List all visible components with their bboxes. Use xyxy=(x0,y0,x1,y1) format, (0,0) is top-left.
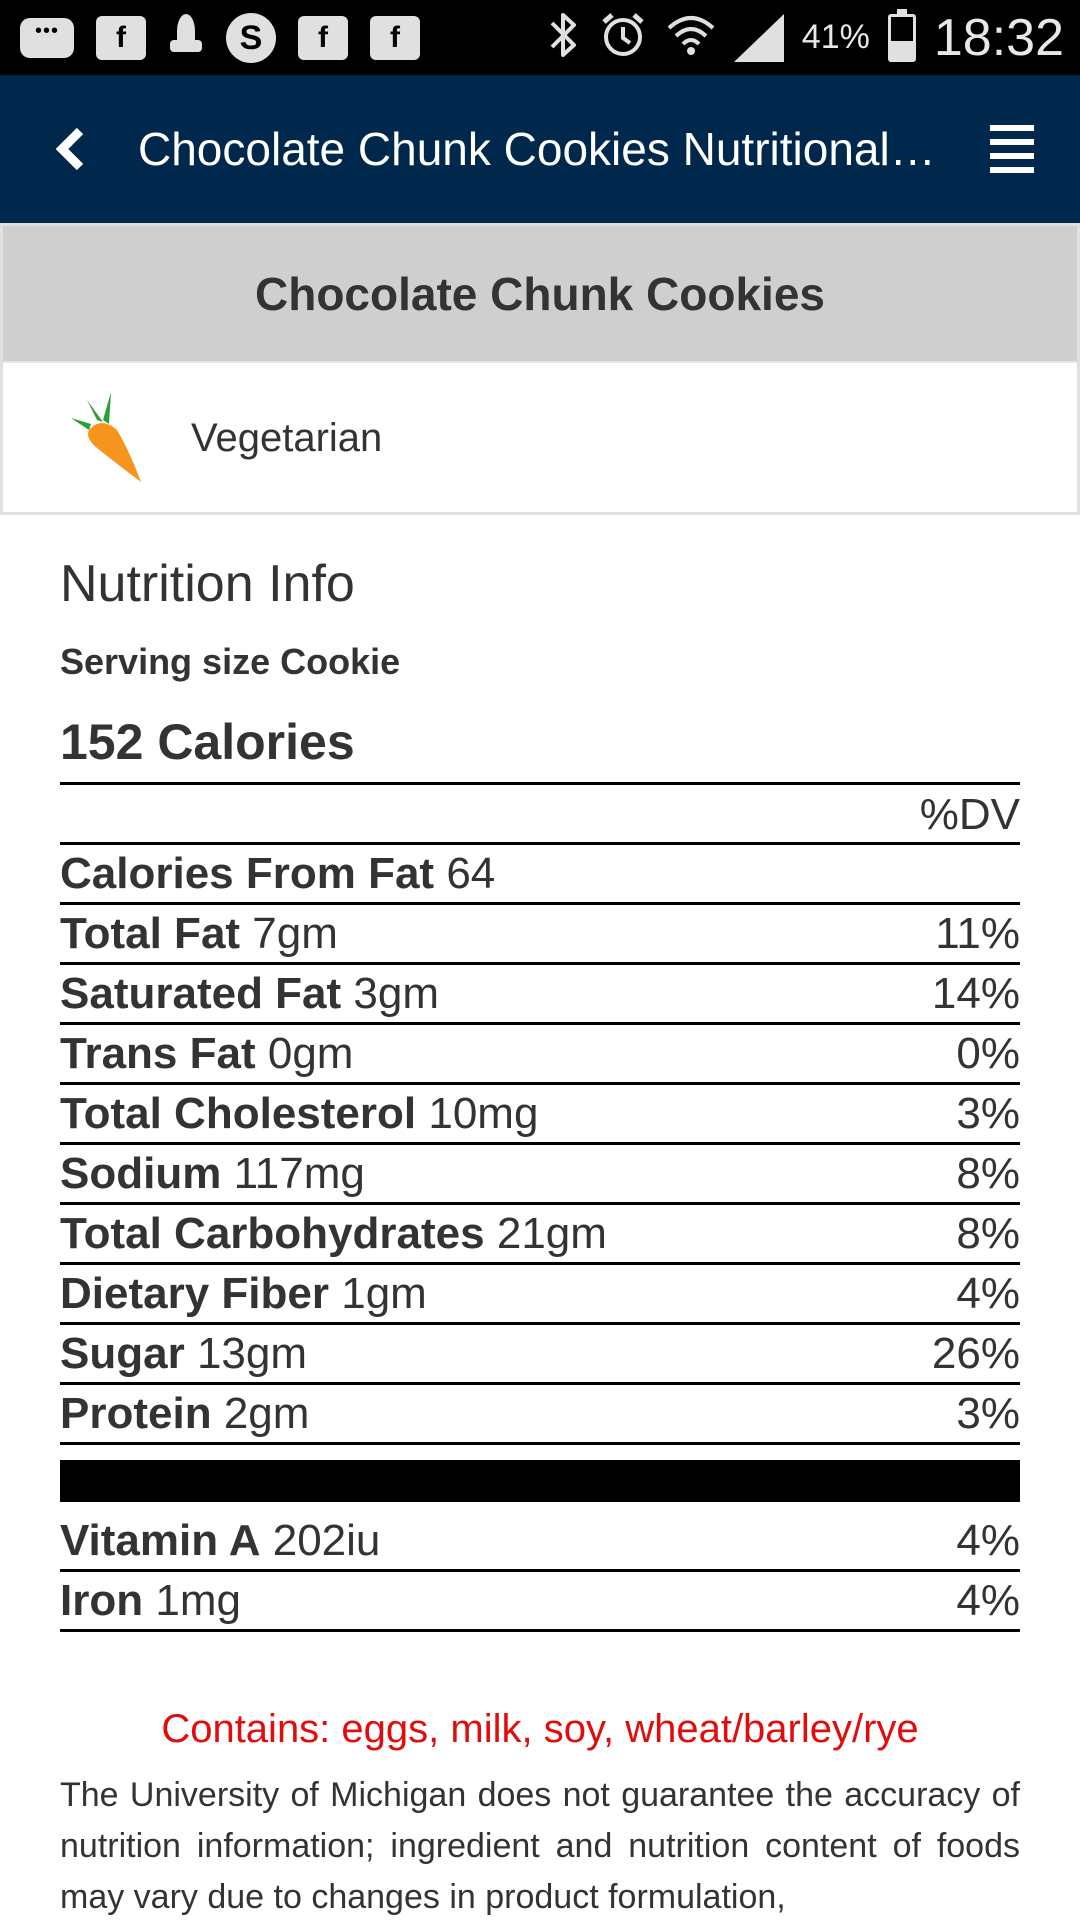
facebook-icon: f xyxy=(298,16,348,60)
battery-level xyxy=(890,41,913,59)
nutrient-dv: 4% xyxy=(956,1268,1020,1318)
disclaimer: The University of Michigan does not guar… xyxy=(60,1776,1020,1916)
back-chevron-icon xyxy=(55,127,84,171)
vitamin-row: Iron 1mg 4% xyxy=(60,1572,1020,1632)
skype-icon: S xyxy=(226,13,276,63)
allergen-warning: Contains: eggs, milk, soy, wheat/barley/… xyxy=(161,1707,919,1751)
signal-icon xyxy=(733,13,784,62)
nutrient-row: Calories From Fat 64 xyxy=(60,845,1020,905)
nutrient-name: Calories From Fat xyxy=(60,848,435,898)
nutrition-heading: Nutrition Info xyxy=(60,555,355,613)
nutrient-dv: 3% xyxy=(956,1088,1020,1138)
wifi-icon xyxy=(666,10,716,65)
chat-icon xyxy=(20,18,74,58)
menu-icon-line xyxy=(990,125,1034,131)
nutrient-row: Total Fat 7gm 11% xyxy=(60,905,1020,965)
item-card: Chocolate Chunk Cookies Vegetarian xyxy=(0,223,1080,515)
nutrient-row: Sodium 117mg 8% xyxy=(60,1145,1020,1205)
nutrient-dv: 8% xyxy=(956,1208,1020,1258)
nutrient-name: Saturated Fat xyxy=(60,968,342,1018)
nutrient-name: Protein xyxy=(60,1388,212,1438)
nutrient-amount: 21gm xyxy=(496,1208,607,1258)
nutrient-amount: 3gm xyxy=(353,968,439,1018)
dietary-tag: Vegetarian xyxy=(3,363,1077,513)
facebook-icon: f xyxy=(370,16,420,60)
nutrient-name: Sodium xyxy=(60,1148,222,1198)
nutrient-amount: 10mg xyxy=(428,1088,539,1138)
nutrient-dv: 26% xyxy=(931,1328,1020,1378)
nutrient-name: Dietary Fiber xyxy=(60,1268,329,1318)
menu-icon-line xyxy=(990,153,1034,159)
menu-icon-line xyxy=(990,139,1034,145)
dv-header: %DV xyxy=(60,785,1020,845)
nutrient-name: Total Cholesterol xyxy=(60,1088,417,1138)
nutrient-dv: 11% xyxy=(935,908,1020,958)
nutrient-row: Saturated Fat 3gm 14% xyxy=(60,965,1020,1025)
menu-icon-line xyxy=(990,167,1034,173)
notification-icons: f S f f xyxy=(20,12,420,64)
battery-icon xyxy=(887,8,916,62)
clock: 18:32 xyxy=(933,8,1064,67)
nutrient-row: Dietary Fiber 1gm 4% xyxy=(60,1265,1020,1325)
nutrient-row: Total Carbohydrates 21gm 8% xyxy=(60,1205,1020,1265)
nutrition-section: Nutrition Info Serving size Cookie 152 C… xyxy=(60,548,1020,1920)
nutrient-row: Protein 2gm 3% xyxy=(60,1385,1020,1445)
nutrient-amount: 0gm xyxy=(267,1028,354,1078)
carrot-icon xyxy=(71,392,141,482)
nutrient-row: Trans Fat 0gm 0% xyxy=(60,1025,1020,1085)
alarm-icon xyxy=(598,10,648,65)
app-bar: Chocolate Chunk Cookies Nutritional Info… xyxy=(0,75,1080,223)
battery-percentage: 41% xyxy=(801,18,870,56)
nutrient-amount: 1mg xyxy=(155,1575,241,1625)
nutrient-table: Calories From Fat 64 Total Fat 7gm 11% Sa… xyxy=(60,845,1020,1445)
nutrient-name: Iron xyxy=(60,1575,144,1625)
nutrient-amount: 1gm xyxy=(341,1268,427,1318)
nutrient-name: Trans Fat xyxy=(60,1028,256,1078)
tag-label: Vegetarian xyxy=(191,415,383,460)
nutrient-amount: 13gm xyxy=(196,1328,308,1378)
page-title: Chocolate Chunk Cookies Nutritional Info… xyxy=(138,123,938,175)
nutrient-name: Vitamin A xyxy=(60,1515,261,1565)
nutrient-row: Sugar 13gm 26% xyxy=(60,1325,1020,1385)
nutrient-dv: 3% xyxy=(956,1388,1020,1438)
calories: 152 Calories xyxy=(60,710,1020,785)
nutrient-dv: 0% xyxy=(956,1028,1020,1078)
section-divider xyxy=(60,1460,1020,1502)
nutrient-name: Total Carbohydrates xyxy=(60,1208,485,1258)
nutrient-name: Total Fat xyxy=(60,908,241,958)
status-bar: f S f f 41% 18:32 xyxy=(0,0,1080,75)
item-name: Chocolate Chunk Cookies xyxy=(255,267,825,320)
vitamin-row: Vitamin A 202iu 4% xyxy=(60,1512,1020,1572)
nutrient-name: Sugar xyxy=(60,1328,185,1378)
nutrient-amount: 64 xyxy=(446,848,496,898)
nutrient-dv: 14% xyxy=(931,968,1020,1018)
nutrient-row: Total Cholesterol 10mg 3% xyxy=(60,1085,1020,1145)
nutrient-amount: 117mg xyxy=(233,1148,365,1198)
back-button[interactable] xyxy=(40,119,100,179)
menu-button[interactable] xyxy=(984,121,1040,177)
rocket-icon xyxy=(168,14,204,62)
bluetooth-icon xyxy=(546,10,580,65)
facebook-icon: f xyxy=(96,16,146,60)
nutrient-amount: 202iu xyxy=(272,1515,381,1565)
nutrient-amount: 2gm xyxy=(223,1388,310,1438)
system-icons: 41% 18:32 xyxy=(546,0,1064,75)
serving-size: Serving size Cookie xyxy=(60,641,401,682)
nutrient-dv: 8% xyxy=(956,1148,1020,1198)
item-title-bar: Chocolate Chunk Cookies xyxy=(3,226,1077,363)
nutrient-amount: 7gm xyxy=(252,908,338,958)
nutrient-dv: 4% xyxy=(956,1575,1020,1625)
vitamin-table: Vitamin A 202iu 4% Iron 1mg 4% xyxy=(60,1512,1020,1632)
nutrient-dv: 4% xyxy=(956,1515,1020,1565)
